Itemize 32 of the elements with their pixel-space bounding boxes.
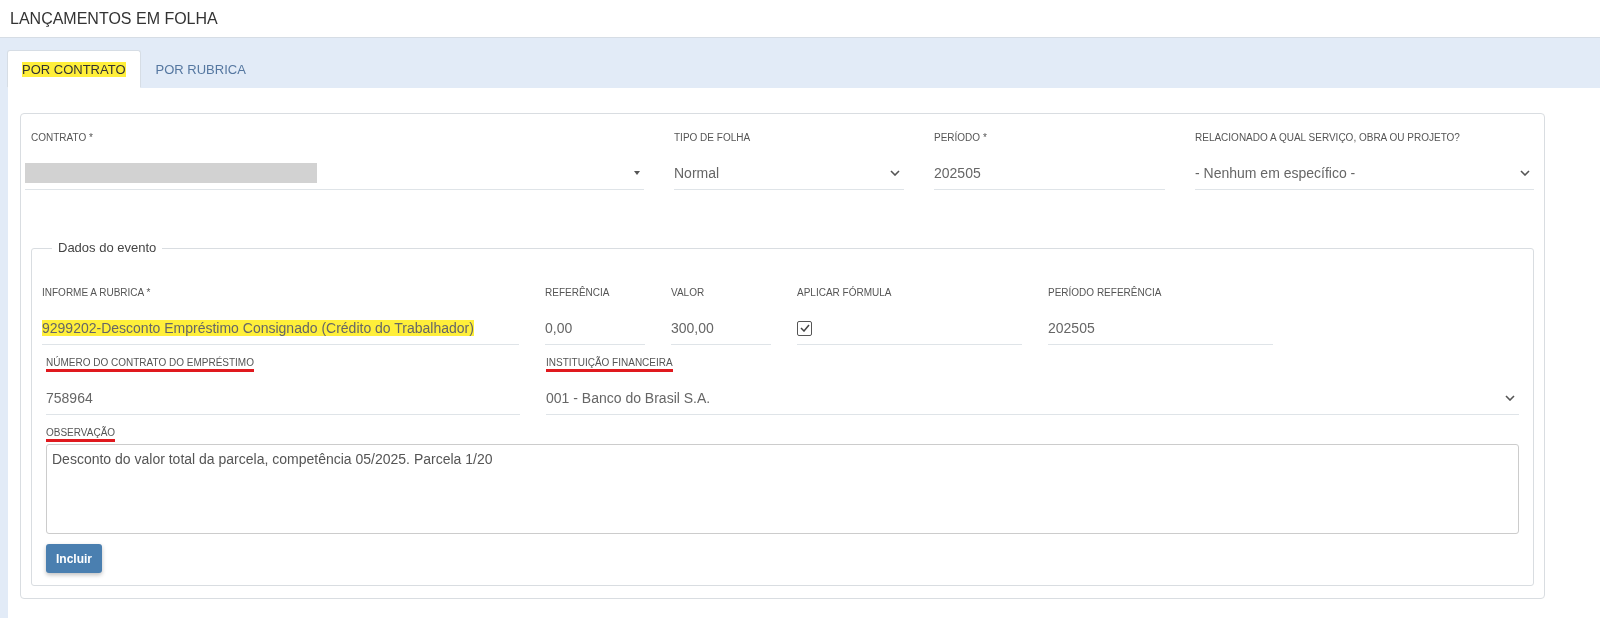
page-title: LANÇAMENTOS EM FOLHA [10, 9, 218, 28]
chevron-down-icon [1520, 170, 1530, 176]
field-label: PERÍODO REFERÊNCIA [1048, 287, 1162, 298]
field-label: INFORME A RUBRICA * [42, 287, 151, 298]
input-field[interactable]: 0,00 [545, 312, 645, 345]
input-field[interactable]: 9299202-Desconto Empréstimo Consignado (Crédito do Trabalhador) [42, 312, 519, 345]
select-field[interactable]: 001 - Banco do Brasil S.A. [546, 382, 1519, 415]
chevron-down-icon [1505, 395, 1515, 401]
select-field[interactable]: - Nenhum em específico - [1195, 157, 1534, 190]
select-field[interactable]: Normal [674, 157, 904, 190]
chevron-down-icon [890, 170, 900, 176]
checkbox[interactable] [797, 320, 812, 336]
field-label: VALOR [671, 287, 705, 298]
tab[interactable]: POR CONTRATO [7, 50, 141, 88]
input-field[interactable]: 202505 [934, 157, 1165, 190]
input-field[interactable]: 300,00 [671, 312, 771, 345]
input-field[interactable]: 758964 [46, 382, 520, 415]
fieldset-legend: Dados do evento [52, 240, 163, 255]
field-label: NÚMERO DO CONTRATO DO EMPRÉSTIMO [46, 357, 254, 372]
field-label: OBSERVAÇÃO [46, 427, 116, 442]
field-label: RELACIONADO A QUAL SERVIÇO, OBRA OU PROJETO? [1195, 132, 1460, 143]
field-label: APLICAR FÓRMULA [797, 287, 892, 298]
input-field[interactable]: 202505 [1048, 312, 1273, 345]
field-label: INSTITUIÇÃO FINANCEIRA [546, 357, 673, 372]
field-label: PERÍODO * [934, 132, 987, 143]
field-label: CONTRATO * [31, 132, 93, 143]
textarea-field[interactable]: Desconto do valor total da parcela, competência 05/2025. Parcela 1/20 [46, 444, 1519, 534]
include-button[interactable]: Incluir [46, 544, 102, 573]
field-label: REFERÊNCIA [545, 287, 610, 298]
caret-icon [634, 171, 640, 175]
tab[interactable]: POR RUBRICA [140, 50, 261, 88]
field-label: TIPO DE FOLHA [674, 132, 751, 143]
